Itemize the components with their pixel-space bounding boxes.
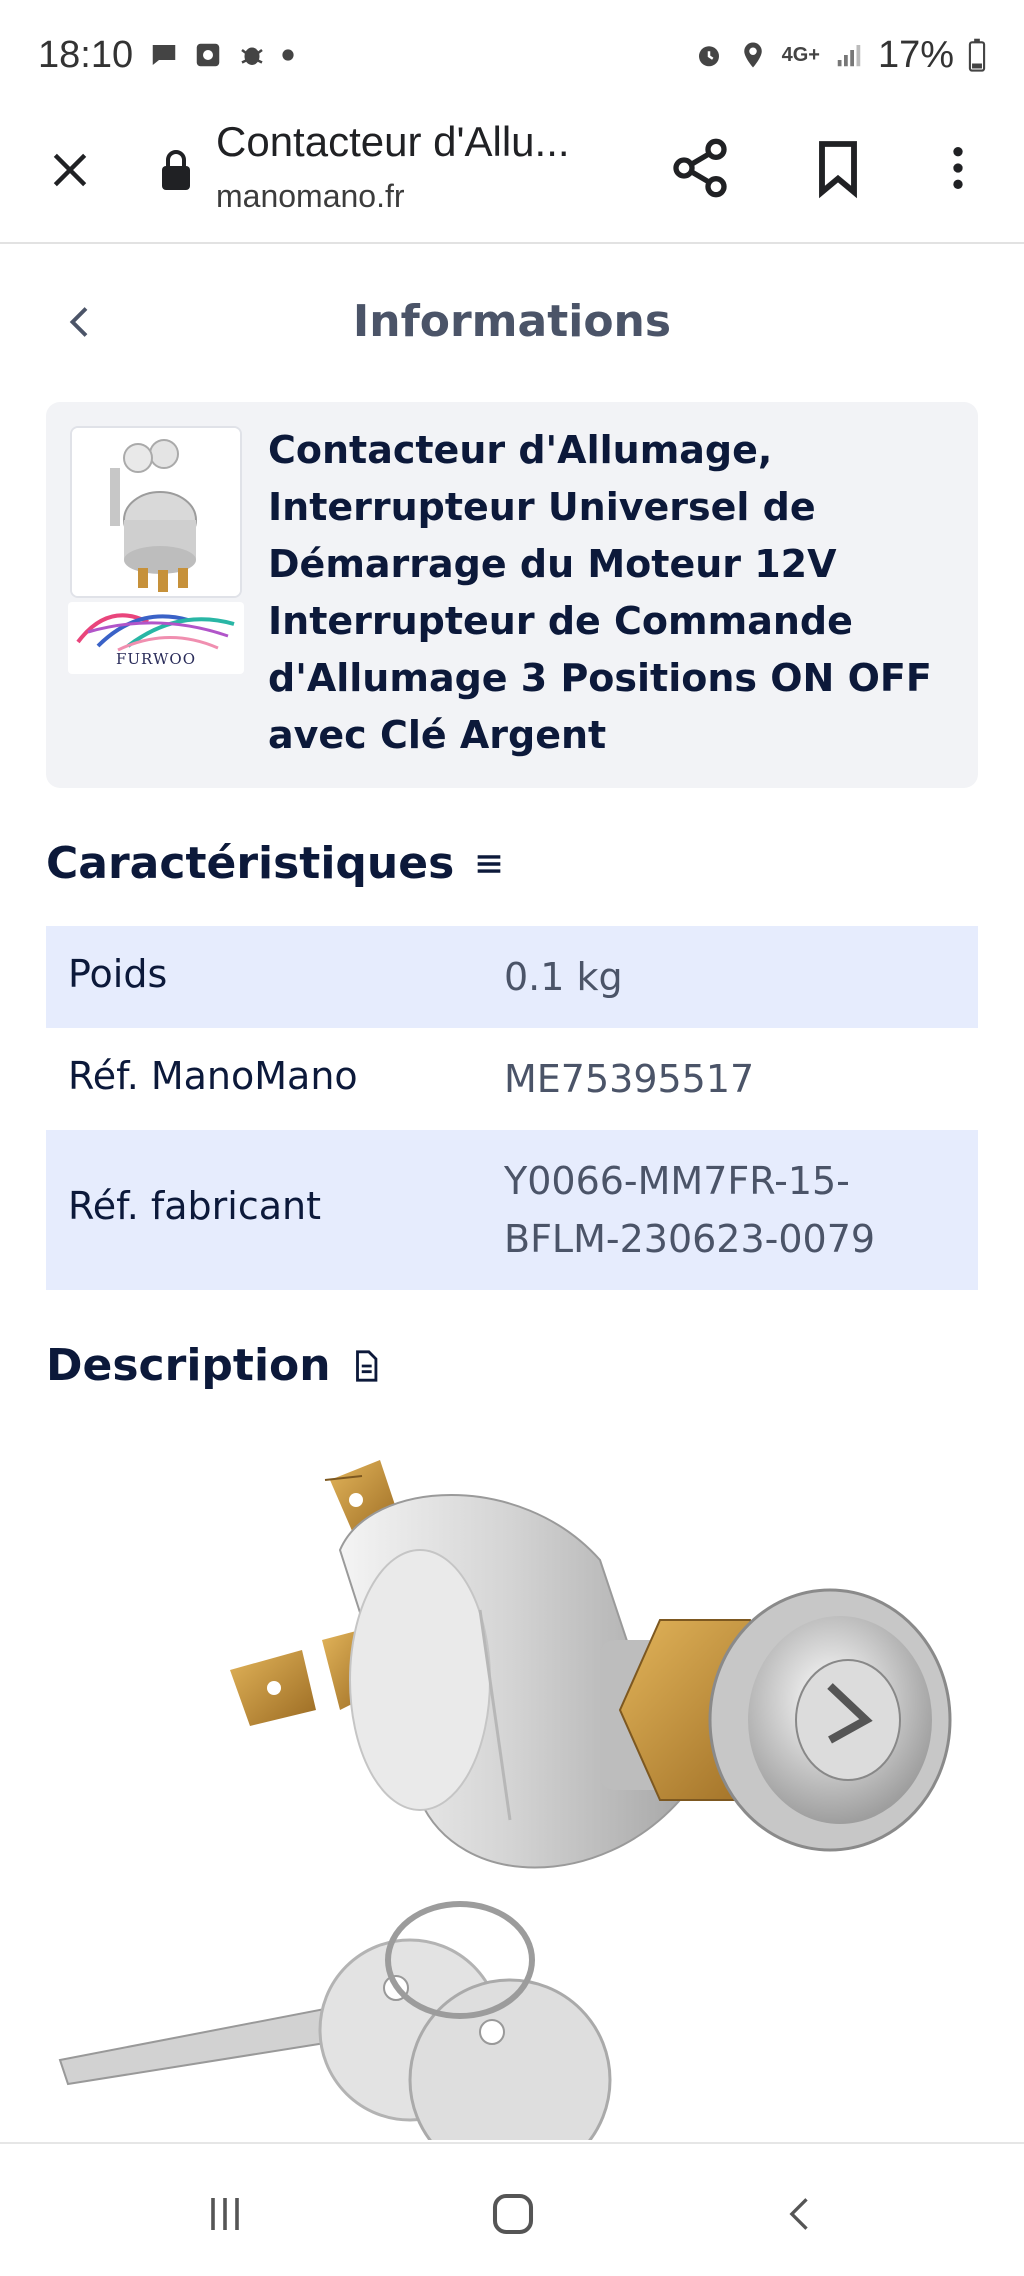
bug-icon [241, 47, 263, 65]
tab-title[interactable]: Contacteur d'Allu... [216, 118, 596, 166]
recent-apps-icon [211, 2198, 239, 2230]
system-nav-bar [0, 2142, 1024, 2276]
back-nav-icon [789, 2198, 808, 2230]
back-nav-button[interactable] [766, 2184, 836, 2244]
alarm-icon [698, 46, 719, 67]
home-button[interactable] [478, 2184, 548, 2244]
spec-label: Poids [68, 952, 168, 996]
spec-row-manufacturer-ref: Réf. fabricant Y0066-MM7FR-15-BFLM-23062… [46, 1130, 978, 1290]
spec-row-weight: Poids 0.1 kg [46, 926, 978, 1028]
url-text[interactable]: manomano.fr [216, 178, 405, 215]
specs-heading: Caractéristiques [46, 838, 506, 889]
lock-icon [162, 150, 190, 190]
battery-label: 17% [877, 33, 954, 76]
home-icon [492, 2193, 534, 2235]
more-menu-button[interactable] [930, 136, 986, 200]
ignition-switch-product-image [58, 1460, 952, 2140]
close-tab-button[interactable] [40, 140, 100, 200]
status-notification-icons [149, 40, 295, 70]
brand-logo: FURWOO [68, 602, 244, 674]
chat-icon [152, 45, 176, 65]
page-header: Informations [0, 250, 1024, 390]
screen: 18:10 4G+ 17% Contacteur d'Allu... manom… [0, 0, 1024, 2276]
ignition-switch-thumbnail-icon [72, 428, 240, 596]
more-icon [953, 147, 963, 189]
close-icon [53, 153, 87, 187]
spec-row-manomano-ref: Réf. ManoMano ME75395517 [46, 1028, 978, 1130]
product-thumbnail[interactable] [70, 426, 242, 598]
description-heading-text: Description [46, 1340, 331, 1391]
browser-toolbar: Contacteur d'Allu... manomano.fr [0, 110, 1024, 244]
status-bar: 18:10 4G+ 17% [0, 0, 1024, 110]
network-label: 4G+ [781, 43, 820, 66]
spec-value: 0.1 kg [504, 955, 623, 999]
spec-label: Réf. fabricant [68, 1184, 321, 1228]
battery-icon [968, 38, 986, 72]
palm-leaves-logo-icon [76, 613, 235, 652]
product-name: Contacteur d'Allumage, Interrupteur Univ… [268, 428, 932, 757]
bookmark-button[interactable] [806, 136, 870, 200]
status-right: 4G+ 17% [694, 34, 986, 77]
brand-name: FURWOO [115, 650, 197, 668]
spec-value: ME75395517 [504, 1057, 755, 1101]
list-icon [477, 854, 501, 873]
status-time: 18:10 [38, 33, 134, 76]
photo-icon [196, 43, 220, 67]
document-icon [355, 1349, 377, 1382]
specs-table: Poids 0.1 kg Réf. ManoMano ME75395517 Ré… [46, 926, 978, 1290]
recent-apps-button[interactable] [190, 2184, 260, 2244]
description-heading: Description [46, 1340, 383, 1391]
signal-icon [837, 45, 861, 67]
dot-icon [282, 49, 294, 61]
specs-heading-text: Caractéristiques [46, 838, 455, 889]
share-icon [673, 138, 727, 198]
spec-value: Y0066-MM7FR-15-BFLM-230623-0079 [504, 1159, 876, 1261]
location-icon [743, 42, 762, 68]
bookmark-icon [819, 141, 857, 199]
spec-label: Réf. ManoMano [68, 1054, 358, 1098]
page-title: Informations [352, 296, 672, 347]
share-button[interactable] [668, 136, 732, 200]
product-card: FURWOO Contacteur d'Allumage, Interrupte… [46, 402, 978, 788]
